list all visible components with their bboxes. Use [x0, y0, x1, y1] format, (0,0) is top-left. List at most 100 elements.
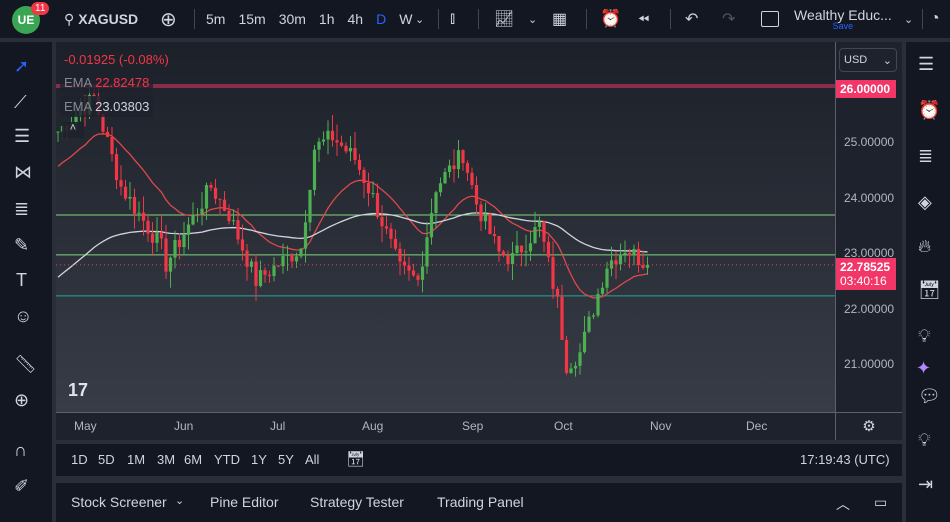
emoji-icon[interactable]: ☺	[14, 306, 32, 327]
fib-icon[interactable]: ≣	[14, 199, 29, 220]
time-axis[interactable]: May Jun Jul Aug Sep Oct Nov Dec	[56, 412, 835, 440]
settings-gear-icon[interactable]: ⚙	[835, 412, 902, 440]
interval-5m[interactable]: 5m	[206, 11, 225, 27]
range-5y[interactable]: 5Y	[278, 452, 294, 467]
ruler-icon[interactable]: 📏︎	[14, 354, 37, 375]
chevron-down-icon[interactable]: ⌄	[528, 0, 537, 38]
layers-icon[interactable]: ◈	[918, 192, 932, 213]
range-ytd[interactable]: YTD	[214, 452, 240, 467]
range-1m[interactable]: 1M	[127, 452, 145, 467]
chevron-down-icon[interactable]: ⌄	[175, 494, 184, 507]
fullscreen-icon[interactable]	[761, 0, 779, 38]
zoom-in-icon[interactable]: ⊕	[14, 390, 29, 411]
candle-body	[578, 352, 582, 366]
candle-body	[159, 232, 164, 239]
horizontal-lines-icon[interactable]: ☰	[14, 126, 30, 147]
pine-ideas-icon[interactable]: 💡︎	[918, 430, 931, 451]
candle-body	[519, 245, 524, 253]
candle-body	[528, 243, 533, 252]
chat-icon[interactable]: 💬︎	[918, 386, 941, 407]
bottom-tab-1[interactable]: Pine Editor	[210, 494, 278, 510]
layout-name: Wealthy Educ...	[794, 6, 892, 23]
interval-4h[interactable]: 4h	[348, 11, 364, 27]
interval-1h[interactable]: 1h	[319, 11, 335, 27]
price-tick: 25.00000	[844, 135, 895, 150]
details-icon[interactable]: ≣	[918, 146, 933, 167]
chevron-down-icon[interactable]: ⌄	[415, 0, 424, 38]
candle-body	[200, 208, 204, 215]
interval-D[interactable]: D	[376, 11, 386, 27]
range-1d[interactable]: 1D	[71, 452, 88, 467]
candle-body	[249, 261, 254, 267]
layout-name-button[interactable]: Wealthy Educ... Save	[794, 0, 892, 38]
collapse-up-icon[interactable]: ︿	[836, 494, 850, 514]
quick-search-icon[interactable]: ◔	[930, 0, 940, 38]
bottom-tab-0[interactable]: Stock Screener	[71, 494, 167, 510]
current-price-tag: 22.78525 03:40:16	[836, 258, 896, 290]
candle-body	[110, 136, 114, 155]
candle-body	[339, 142, 344, 146]
range-6m[interactable]: 6M	[184, 452, 202, 467]
price-axis[interactable]: USD ⌄ 25.00000 24.00000 23.00000 22.00000 21.…	[835, 42, 902, 440]
chevron-down-icon[interactable]: ⌄	[904, 0, 913, 38]
bottom-tab-3[interactable]: Trading Panel	[437, 494, 524, 510]
range-3m[interactable]: 3M	[157, 452, 175, 467]
sparkle-ai-icon[interactable]: ✦	[916, 358, 931, 379]
text-icon[interactable]: T	[16, 270, 27, 291]
clock[interactable]: 17:19:43 (UTC)	[800, 452, 890, 467]
undo-icon[interactable]: ↶	[685, 0, 698, 38]
candle-body	[524, 251, 528, 253]
expand-right-icon[interactable]: ⇥	[918, 474, 933, 495]
range-5d[interactable]: 5D	[98, 452, 115, 467]
interval-15m[interactable]: 15m	[238, 11, 265, 27]
range-1y[interactable]: 1Y	[251, 452, 267, 467]
range-all[interactable]: All	[305, 452, 319, 467]
replay-icon[interactable]: ⏪︎	[638, 0, 649, 38]
calendar-icon[interactable]: 📅︎	[918, 280, 941, 301]
notification-badge: 11	[31, 2, 50, 15]
candle-body	[321, 139, 326, 142]
candle-body	[105, 131, 110, 137]
candle-body	[510, 253, 515, 265]
save-label[interactable]: Save	[833, 21, 854, 31]
watchlist-icon[interactable]: ☰	[918, 54, 934, 75]
symbol-search[interactable]: ⚲ XAGUSD	[64, 0, 138, 38]
alarm-clock-icon[interactable]: ⏰	[918, 100, 940, 121]
candle-body	[483, 213, 488, 222]
bottom-tab-2[interactable]: Strategy Tester	[310, 494, 404, 510]
candle-body	[141, 212, 146, 221]
ema-fast-legend[interactable]: EMA 22.82478	[60, 72, 154, 93]
candle-body	[290, 254, 294, 262]
compare-plus-icon[interactable]: ⊕	[160, 0, 177, 38]
cursor-icon[interactable]: ➚	[14, 56, 29, 77]
candles-icon[interactable]: ⫾	[450, 0, 455, 38]
month-label: Dec	[746, 419, 768, 433]
ema-slow-legend[interactable]: EMA 23.03803	[60, 96, 154, 117]
candle-body	[204, 185, 209, 209]
interval-30m[interactable]: 30m	[279, 11, 306, 27]
price-plot[interactable]	[56, 42, 835, 412]
currency-select[interactable]: USD ⌄	[839, 48, 897, 72]
price-tick: 22.00000	[844, 301, 895, 316]
pattern-icon[interactable]: ⋈	[14, 162, 32, 183]
brush-icon[interactable]: ✎	[14, 235, 29, 256]
candle-body	[299, 248, 303, 257]
collapse-legend-icon[interactable]: ˄	[62, 122, 84, 138]
candle-body	[425, 237, 429, 267]
magnet-icon[interactable]: ∩	[14, 440, 27, 461]
indicators-icon[interactable]: 📈︎	[494, 0, 514, 38]
ideas-lightbulb-icon[interactable]: 💡︎	[918, 326, 931, 347]
lock-drawings-icon[interactable]: ✐	[14, 476, 29, 497]
trend-line-icon[interactable]: ⟋	[14, 92, 27, 113]
candle-body	[632, 248, 636, 256]
interval-W[interactable]: W	[399, 11, 412, 27]
maximize-panel-icon[interactable]: ▭	[874, 494, 887, 511]
alert-icon[interactable]: ⏰	[600, 0, 621, 38]
candle-body	[641, 265, 645, 268]
chart-area[interactable]: -0.01925 (-0.08%) EMA 22.82478 EMA 23.03…	[56, 42, 902, 440]
hotlist-fire-icon[interactable]: 🔥︎	[918, 236, 931, 257]
layouts-icon[interactable]: ▦	[552, 0, 567, 38]
goto-date-icon[interactable]: 📅︎	[346, 450, 365, 468]
redo-icon[interactable]: ↷	[722, 0, 735, 38]
candle-body	[384, 226, 389, 229]
